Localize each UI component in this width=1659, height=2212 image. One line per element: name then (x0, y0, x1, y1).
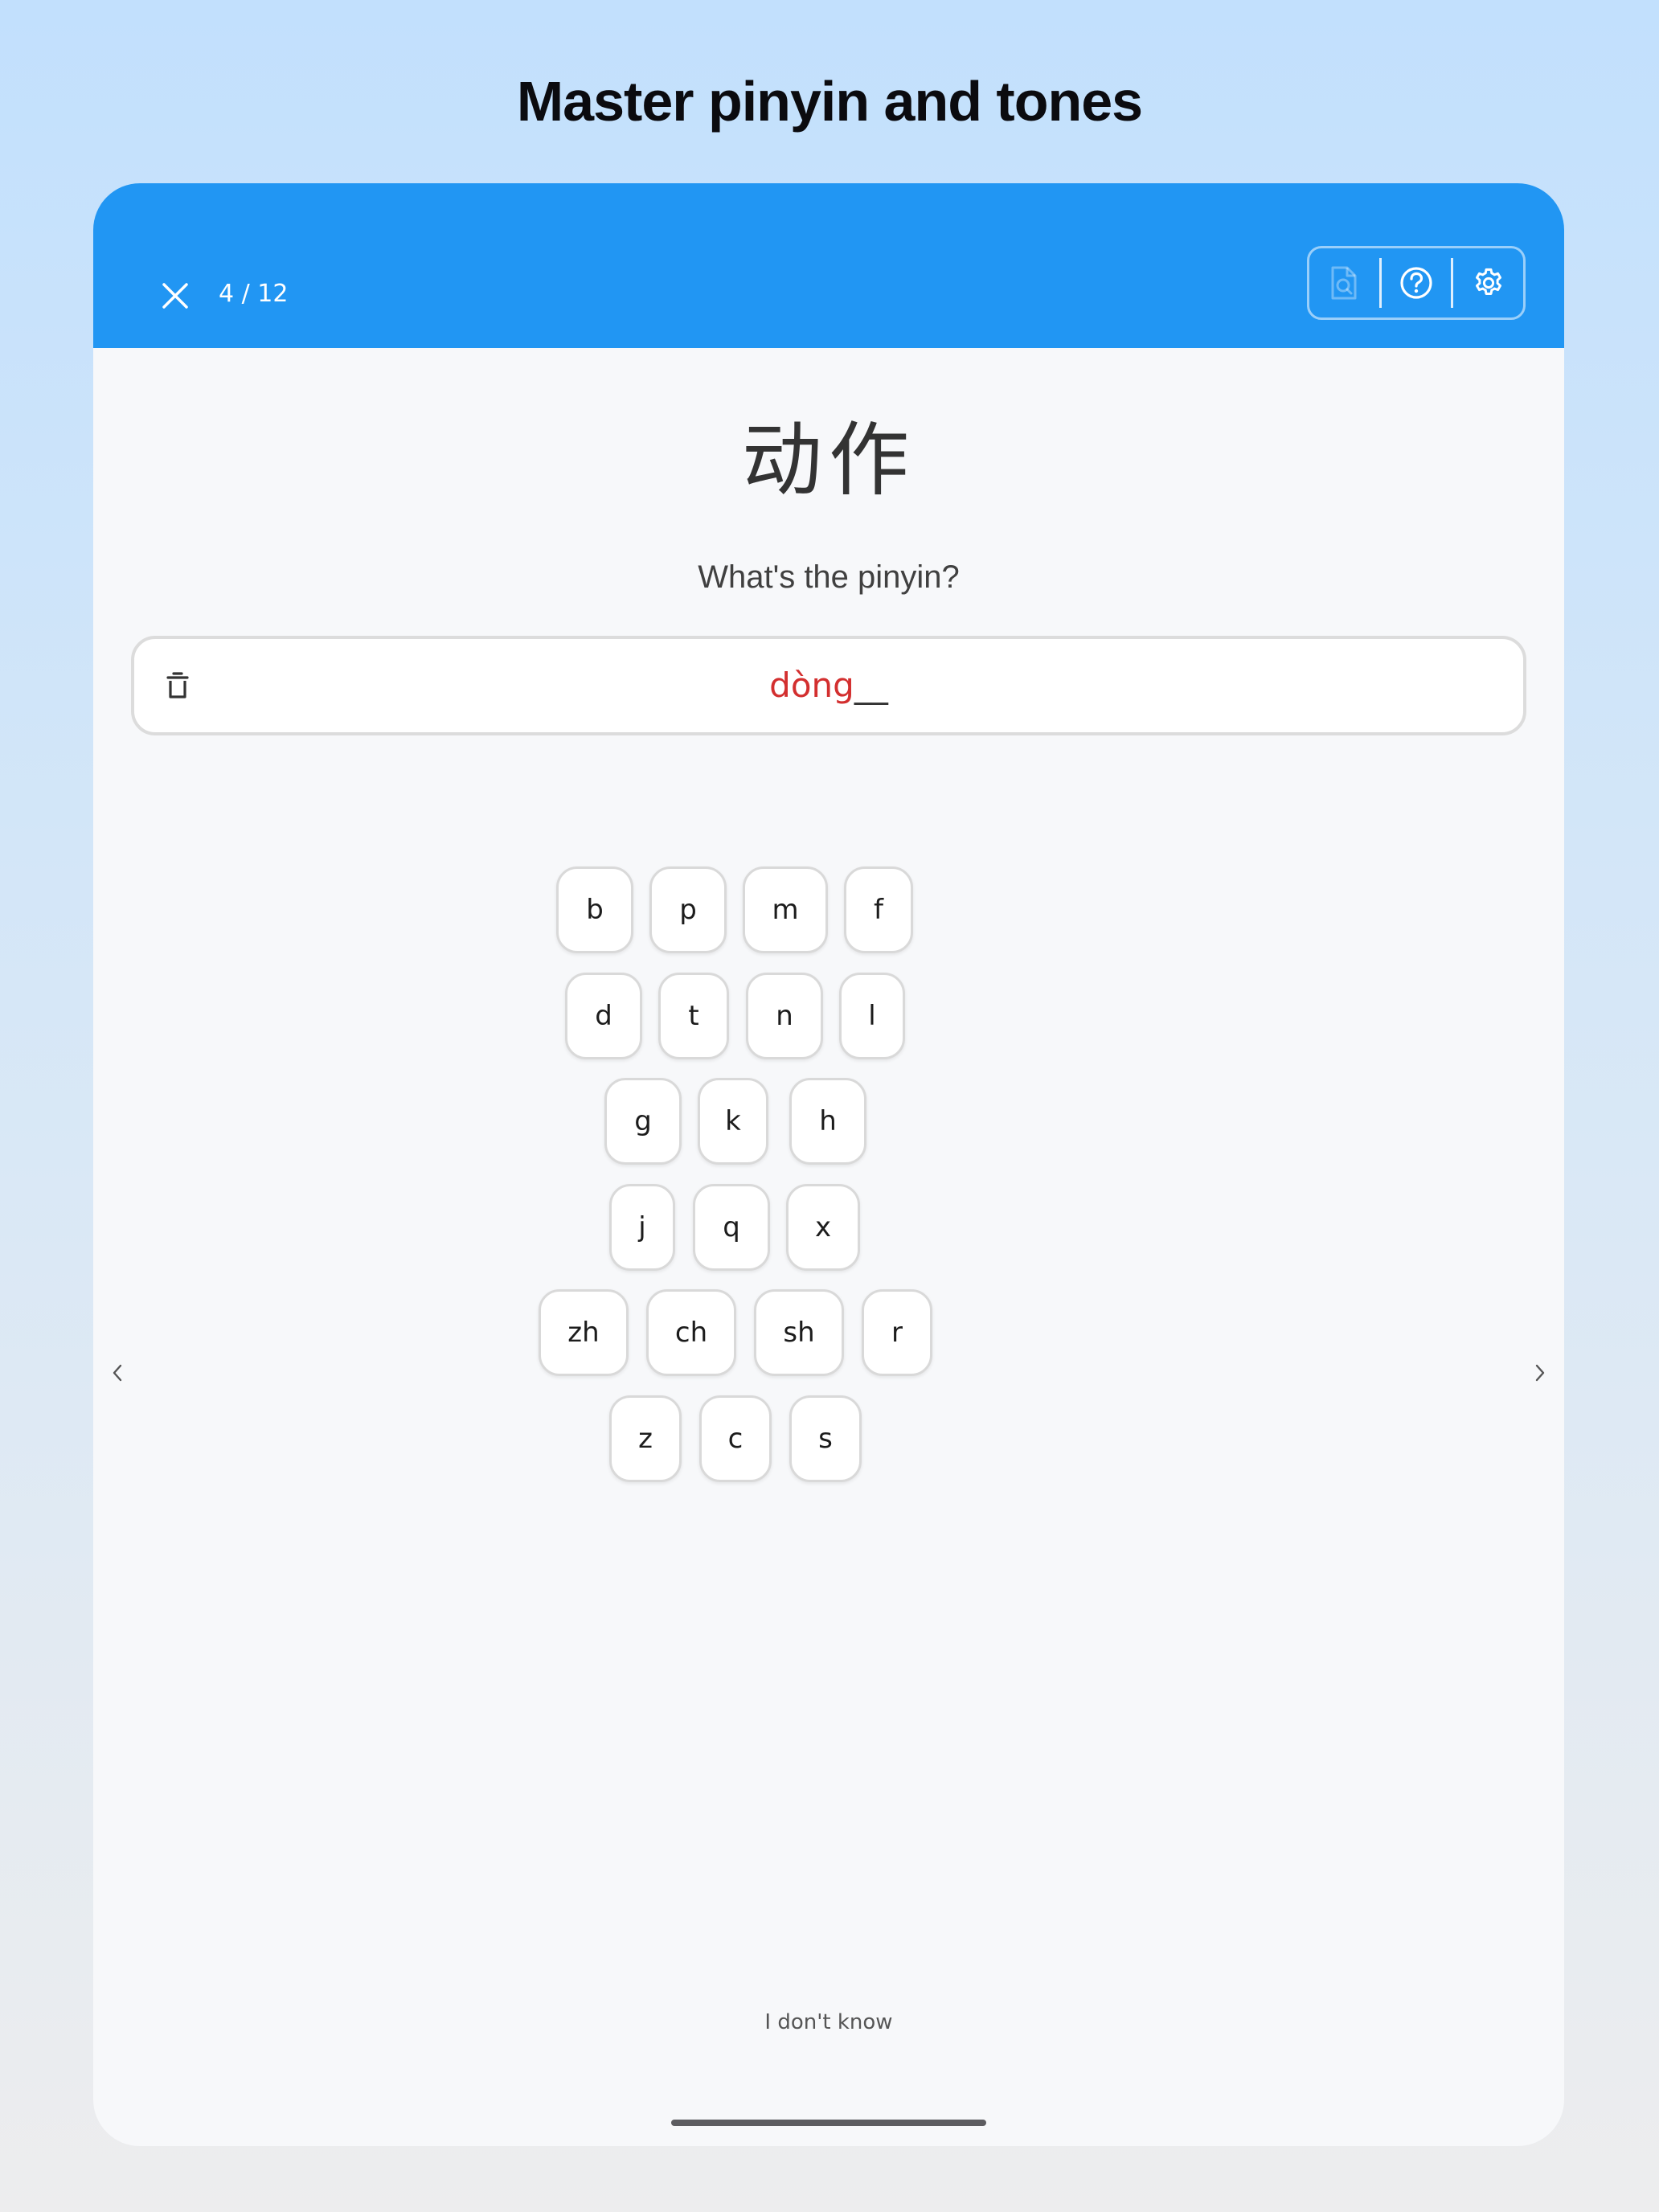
top-bar: 4 / 12 (93, 183, 1564, 348)
answer-blank-placeholder: __ (854, 666, 888, 705)
key-t[interactable]: t (658, 973, 729, 1059)
key-q[interactable]: q (693, 1184, 770, 1271)
progress-counter: 4 / 12 (219, 280, 289, 308)
help-circle-icon (1400, 267, 1432, 299)
question-prompt: What's the pinyin? (698, 559, 960, 595)
answer-field[interactable]: dòng__ (131, 636, 1526, 735)
key-ch[interactable]: ch (646, 1289, 736, 1376)
next-button[interactable] (1524, 1349, 1556, 1397)
key-l[interactable]: l (839, 973, 905, 1059)
answer-value: dòng__ (134, 663, 1523, 708)
chevron-left-icon (113, 1364, 122, 1382)
key-p[interactable]: p (649, 866, 727, 953)
chevron-right-icon (1535, 1364, 1545, 1382)
key-h[interactable]: h (789, 1078, 866, 1165)
key-c[interactable]: c (699, 1395, 772, 1482)
toolbar-group (1307, 246, 1526, 320)
key-s[interactable]: s (789, 1395, 862, 1482)
key-x[interactable]: x (786, 1184, 860, 1271)
hanzi-word: 动作 (742, 413, 916, 507)
document-search-icon (1331, 266, 1357, 300)
key-f[interactable]: f (844, 866, 913, 953)
key-g[interactable]: g (604, 1078, 682, 1165)
settings-button[interactable] (1453, 248, 1523, 317)
key-k[interactable]: k (698, 1078, 768, 1165)
key-zh[interactable]: zh (539, 1289, 629, 1376)
home-indicator (671, 2120, 986, 2126)
key-j[interactable]: j (609, 1184, 675, 1271)
previous-button[interactable] (101, 1349, 133, 1397)
close-icon (162, 283, 188, 309)
help-button[interactable] (1382, 248, 1452, 317)
key-m[interactable]: m (743, 866, 828, 953)
close-button[interactable] (143, 264, 207, 328)
gear-icon (1475, 268, 1501, 295)
answer-typed-text: dòng (769, 666, 854, 705)
key-r[interactable]: r (862, 1289, 932, 1376)
app-screen: 4 / 12 动作 What's the pinyin? dòng__ b p … (93, 183, 1564, 2146)
key-d[interactable]: d (565, 973, 642, 1059)
key-n[interactable]: n (746, 973, 823, 1059)
dont-know-button[interactable]: I don't know (93, 2008, 1564, 2037)
promo-headline: Master pinyin and tones (516, 70, 1143, 133)
key-z[interactable]: z (609, 1395, 682, 1482)
key-sh[interactable]: sh (754, 1289, 844, 1376)
key-b[interactable]: b (556, 866, 633, 953)
reference-lookup-button[interactable] (1309, 248, 1379, 317)
